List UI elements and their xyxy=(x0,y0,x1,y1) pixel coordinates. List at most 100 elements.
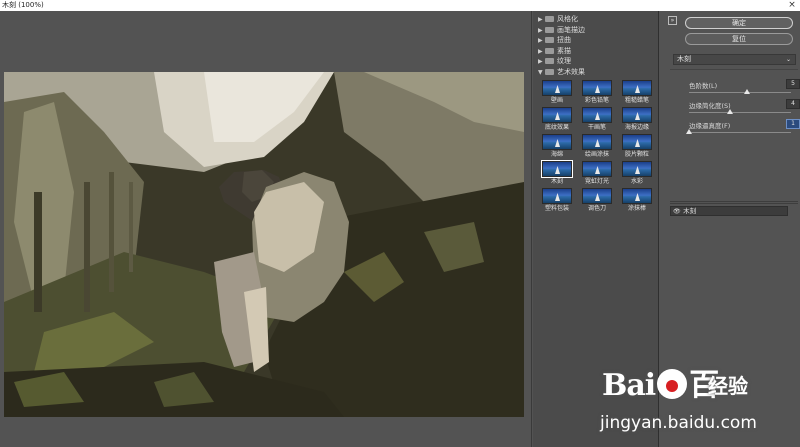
artistic-filter-thumbnails: 壁画 彩色铅笔 粗糙蜡笔底纹效果 干画笔 海报边缘海绵 绘画涂抹 胶片颗粒木刻 霓虹灯光 水彩塑… xyxy=(537,80,657,214)
divider xyxy=(670,201,798,202)
reset-button[interactable]: 复位 xyxy=(685,33,793,45)
filter-preview-icon xyxy=(542,134,572,150)
filter-thumbnail-label: 彩色铅笔 xyxy=(584,97,609,104)
filter-thumbnail-label: 干画笔 xyxy=(587,124,606,131)
filter-thumbnail[interactable]: 海报边缘 xyxy=(617,107,657,133)
filter-thumbnail[interactable]: 壁画 xyxy=(537,80,577,106)
category-label: 艺术效果 xyxy=(557,67,585,76)
window-titlebar: 木刻 (100%) × xyxy=(0,0,800,11)
category-sketch[interactable]: ▶ 素描 xyxy=(533,46,659,57)
filter-thumbnail-label: 海报边缘 xyxy=(624,124,649,131)
category-label: 素描 xyxy=(557,46,571,55)
category-label: 扭曲 xyxy=(557,36,571,44)
edge-simplicity-input[interactable]: 4 xyxy=(786,99,800,109)
filter-preview-icon xyxy=(541,160,573,178)
filter-thumbnail[interactable]: 涂抹棒 xyxy=(617,188,657,214)
filter-settings-panel: » 确定 复位 木刻 ⌄ 色阶数(L) 5 边缘简化度(S) 4 边缘逼真度(F… xyxy=(660,11,800,447)
visibility-eye-icon[interactable]: 👁 xyxy=(673,208,681,216)
filter-preview-icon xyxy=(622,134,652,150)
window-title: 木刻 (100%) xyxy=(2,1,44,9)
preview-canvas[interactable] xyxy=(4,72,524,417)
param-label: 色阶数(L) xyxy=(689,82,718,90)
filter-thumbnail[interactable]: 粗糙蜡笔 xyxy=(617,80,657,106)
filter-thumbnail-label: 水彩 xyxy=(630,178,643,185)
filter-thumbnail[interactable]: 底纹效果 xyxy=(537,107,577,133)
preview-area[interactable] xyxy=(0,11,532,447)
expand-arrow-icon: ▶ xyxy=(538,16,543,23)
filter-preview-icon xyxy=(622,188,652,204)
category-artistic[interactable]: ▼ 艺术效果 xyxy=(533,67,659,78)
close-icon[interactable]: × xyxy=(787,0,797,11)
filter-preview-icon xyxy=(622,80,652,96)
param-levels: 色阶数(L) 5 xyxy=(684,79,800,100)
folder-icon xyxy=(545,58,554,64)
filter-thumbnail[interactable]: 彩色铅笔 xyxy=(577,80,617,106)
folder-icon xyxy=(545,47,554,54)
effect-layers-list: 👁 木刻 xyxy=(670,203,798,423)
filter-thumbnail[interactable]: 霓虹灯光 xyxy=(577,161,617,187)
levels-input[interactable]: 5 xyxy=(786,79,800,89)
filter-preview-icon xyxy=(582,134,612,150)
filter-thumbnail-label: 塑料包装 xyxy=(544,205,569,212)
param-edge-fidelity: 边缘逼真度(F) 1 xyxy=(684,119,800,140)
filter-thumbnail[interactable]: 调色刀 xyxy=(577,188,617,214)
filter-thumbnail-label: 胶片颗粒 xyxy=(624,151,649,158)
filter-thumbnail-label: 木刻 xyxy=(550,178,563,185)
expand-arrow-icon: ▶ xyxy=(538,37,543,44)
filter-preview-icon xyxy=(542,80,572,96)
filter-preview-icon xyxy=(582,188,612,204)
param-label: 边缘简化度(S) xyxy=(689,102,731,110)
filter-thumbnail[interactable]: 木刻 xyxy=(537,160,577,187)
filter-thumbnail-label: 粗糙蜡笔 xyxy=(624,97,649,104)
filter-thumbnail-label: 绘画涂抹 xyxy=(584,151,609,158)
filter-thumbnail-label: 海绵 xyxy=(550,151,563,158)
folder-open-icon xyxy=(545,68,554,75)
filter-gallery: ▶ 风格化 ▶ 画笔描边 ▶ 扭曲 ▶ 素描 ▶ 纹理 ▼ 艺术效果 壁画 彩色铅笔 粗糙蜡笔底… xyxy=(533,11,659,447)
filter-preview-icon xyxy=(542,107,572,123)
category-brush-strokes[interactable]: ▶ 画笔描边 xyxy=(533,25,659,36)
filter-select[interactable]: 木刻 ⌄ xyxy=(673,54,796,65)
chevron-down-icon: ⌄ xyxy=(785,56,791,63)
filter-thumbnail[interactable]: 塑料包装 xyxy=(537,188,577,214)
filter-select-value: 木刻 xyxy=(677,55,691,63)
effect-layer-label: 木刻 xyxy=(683,207,697,215)
filter-preview-icon xyxy=(582,161,612,177)
filter-thumbnail[interactable]: 绘画涂抹 xyxy=(577,134,617,160)
edge-fidelity-input[interactable]: 1 xyxy=(786,119,800,129)
folder-icon xyxy=(545,26,554,33)
collapse-gallery-button[interactable]: » xyxy=(668,16,677,25)
category-texture[interactable]: ▶ 纹理 xyxy=(533,56,659,67)
levels-slider-track[interactable] xyxy=(689,92,791,93)
edge-fidelity-slider-track[interactable] xyxy=(689,132,791,133)
filter-thumbnail[interactable]: 干画笔 xyxy=(577,107,617,133)
filter-thumbnail[interactable]: 胶片颗粒 xyxy=(617,134,657,160)
param-label: 边缘逼真度(F) xyxy=(689,122,731,130)
filter-thumbnail-label: 壁画 xyxy=(550,97,563,104)
folder-icon xyxy=(545,37,554,43)
edge-simplicity-slider-handle[interactable] xyxy=(726,109,733,114)
filter-thumbnail-label: 霓虹灯光 xyxy=(584,178,609,185)
category-label: 风格化 xyxy=(557,15,578,23)
folder-icon xyxy=(545,16,554,22)
effect-layer-row[interactable]: 👁 木刻 xyxy=(670,206,788,216)
filter-preview-icon xyxy=(542,188,572,204)
filter-preview-icon xyxy=(622,161,652,177)
param-edge-simplicity: 边缘简化度(S) 4 xyxy=(684,99,800,120)
ok-button[interactable]: 确定 xyxy=(685,17,793,29)
category-distort[interactable]: ▶ 扭曲 xyxy=(533,35,659,46)
category-label: 纹理 xyxy=(557,57,571,65)
filter-thumbnail-label: 调色刀 xyxy=(587,205,606,212)
woodcut-preview-image xyxy=(4,72,524,417)
filter-thumbnail-label: 底纹效果 xyxy=(544,124,569,131)
filter-preview-icon xyxy=(582,107,612,123)
filter-thumbnail-label: 涂抹棒 xyxy=(627,205,646,212)
edge-simplicity-slider-track[interactable] xyxy=(689,112,791,113)
category-stylize[interactable]: ▶ 风格化 xyxy=(533,14,659,25)
expand-arrow-icon: ▶ xyxy=(538,58,543,65)
filter-thumbnail[interactable]: 水彩 xyxy=(617,161,657,187)
filter-thumbnail[interactable]: 海绵 xyxy=(537,134,577,160)
filter-preview-icon xyxy=(622,107,652,123)
edge-fidelity-slider-handle[interactable] xyxy=(686,129,692,134)
levels-slider-handle[interactable] xyxy=(744,89,751,94)
filter-params: 色阶数(L) 5 边缘简化度(S) 4 边缘逼真度(F) 1 xyxy=(670,69,800,199)
